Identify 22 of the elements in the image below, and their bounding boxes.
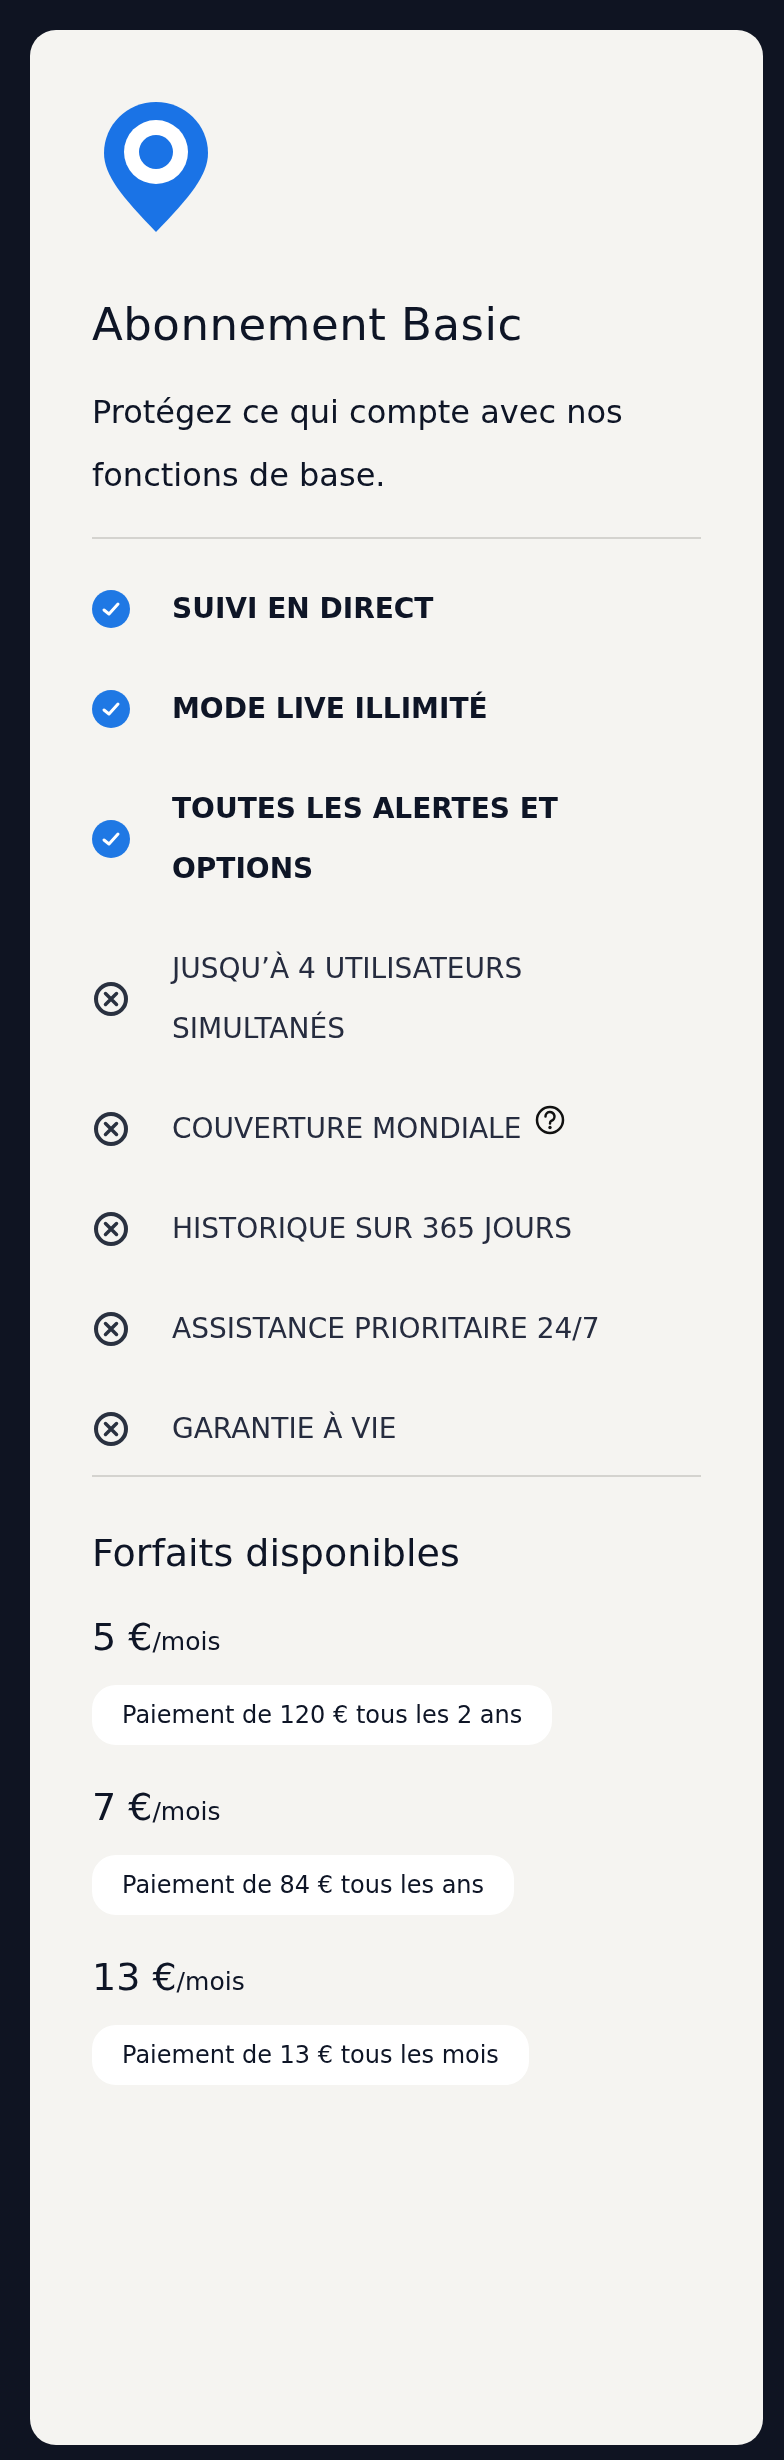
help-icon[interactable] xyxy=(535,1105,566,1135)
feature-label: SUIVI EN DIRECT xyxy=(172,591,434,627)
price-unit: /mois xyxy=(152,1797,221,1826)
plan-description: Protégez ce qui compte avec nos fonctions de base. xyxy=(92,392,624,496)
feature-label: HISTORIQUE SUR 365 JOURS xyxy=(172,1211,573,1247)
billing-pill: Paiement de 13 € tous les mois xyxy=(92,2025,529,2085)
location-pin-icon xyxy=(104,102,208,232)
section-heading: Forfaits disponibles xyxy=(92,1531,461,1575)
feature-label: TOUTES LES ALERTES ET OPTIONS xyxy=(172,791,559,887)
price-amount: 13 € xyxy=(92,1955,177,1999)
price-unit: /mois xyxy=(176,1967,245,1996)
price-amount: 7 € xyxy=(92,1785,153,1829)
feature-label: JUSQU’À 4 UTILISATEURS SIMULTANÉS xyxy=(172,950,524,1047)
feature-label: MODE LIVE ILLIMITÉ xyxy=(172,690,488,727)
billing-pill: Paiement de 84 € tous les ans xyxy=(92,1855,515,1915)
plan-title: Abonnement Basic xyxy=(92,298,524,351)
feature-label: COUVERTURE MONDIALE xyxy=(172,1111,522,1147)
feature-label: ASSISTANCE PRIORITAIRE 24/7 xyxy=(172,1311,600,1347)
price-amount: 5 € xyxy=(92,1615,153,1659)
feature-label: GARANTIE À VIE xyxy=(172,1410,397,1447)
billing-pill: Paiement de 120 € tous les 2 ans xyxy=(92,1685,553,1745)
price-unit: /mois xyxy=(152,1627,221,1656)
